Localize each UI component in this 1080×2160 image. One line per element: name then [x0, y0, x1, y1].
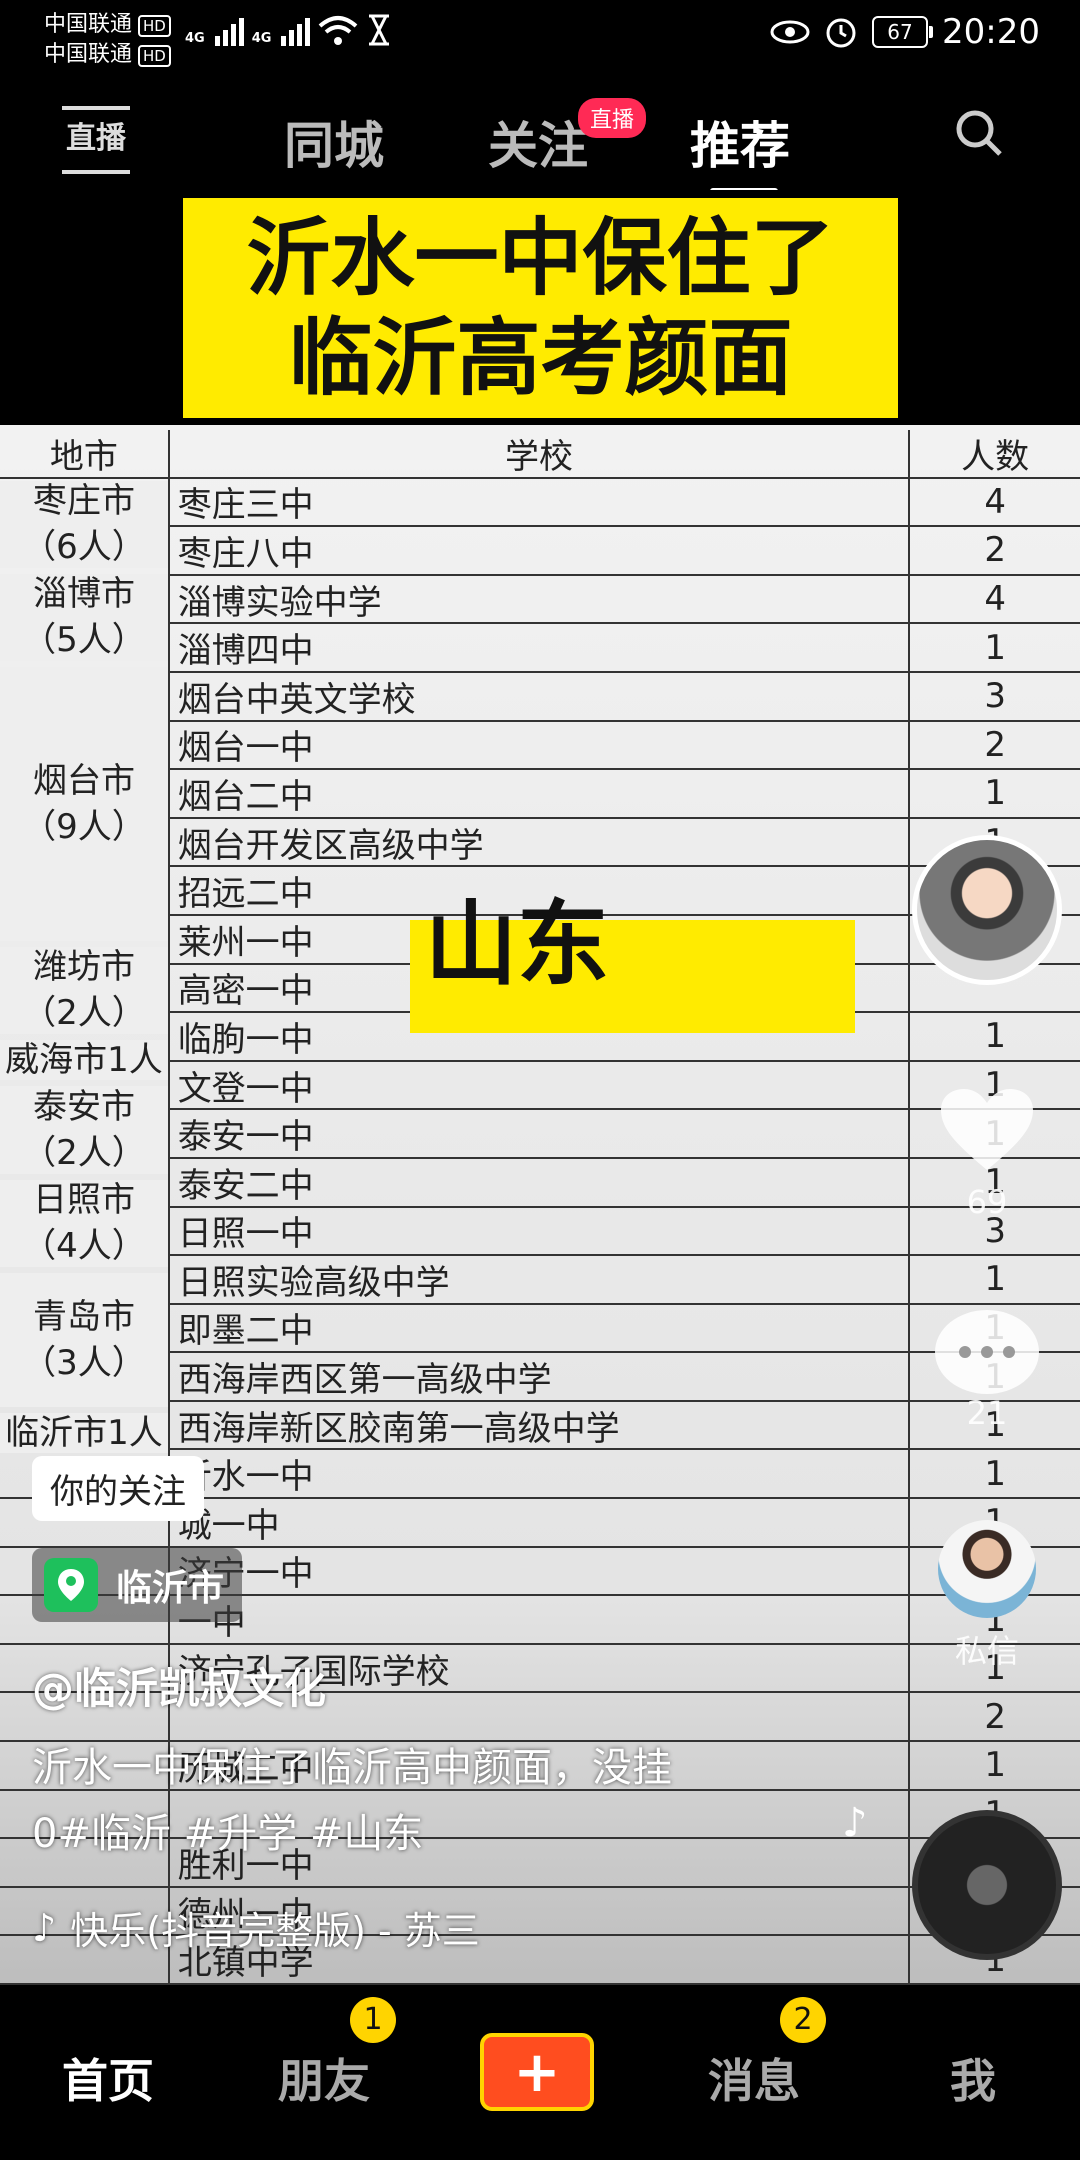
top-nav: 直播 同城 关注 直播 推荐: [0, 70, 1080, 194]
live-tv-icon[interactable]: 直播: [62, 106, 130, 174]
like-button[interactable]: 69: [932, 1085, 1042, 1221]
create-button[interactable]: +: [480, 2033, 594, 2111]
nav-home[interactable]: 首页: [62, 2045, 154, 2111]
like-count: 69: [966, 1183, 1008, 1221]
school-cell: 烟台开发区高级中学: [167, 818, 909, 866]
count-cell: 1: [908, 770, 1080, 817]
school-cell: 文登一中: [167, 1061, 909, 1109]
school-cell: 即墨二中: [167, 1304, 909, 1351]
tab-recommend[interactable]: 推荐: [690, 106, 790, 178]
tab-local[interactable]: 同城: [284, 106, 384, 178]
school-cell: 枣庄三中: [167, 478, 909, 525]
count-cell: 4: [908, 478, 1080, 526]
bottom-nav: 首页 朋友 1 + 消息 2 我: [0, 1985, 1080, 2160]
school-cell: 西海岸西区第一高级中学: [167, 1353, 909, 1400]
city-cell: 青岛市 （3人）: [0, 1272, 168, 1407]
school-cell: 泰安一中: [167, 1110, 909, 1157]
nav-friends[interactable]: 朋友 1: [278, 1997, 396, 2111]
school-cell: 日照实验高级中学: [167, 1256, 909, 1303]
hourglass-icon: [369, 14, 390, 46]
nav-messages[interactable]: 消息 2: [708, 1997, 826, 2111]
school-cell: 沂水一中: [167, 1450, 909, 1497]
school-cell: 济宁一中: [167, 1547, 909, 1594]
city-cell: 临沂市1人: [0, 1412, 168, 1454]
comment-button[interactable]: 21: [932, 1310, 1042, 1432]
signal-icon: [281, 18, 311, 46]
location-tag[interactable]: 临沂市: [32, 1548, 243, 1622]
music-note-icon: ♪: [32, 1905, 57, 1950]
music-disc[interactable]: [912, 1810, 1062, 1960]
overlay-tag: 山东: [425, 891, 610, 998]
count-cell: 2: [908, 527, 1080, 574]
city-cell: 枣庄市 （6人）: [0, 480, 168, 568]
school-cell: 枣庄八中: [167, 527, 909, 574]
signal-icon: [214, 18, 244, 46]
tab-following[interactable]: 关注: [488, 106, 588, 178]
dm-avatar: [938, 1520, 1036, 1618]
location-pin-icon: [44, 1558, 98, 1612]
carrier-1: 中国联通 HD: [44, 6, 171, 38]
video-caption[interactable]: 沂水一中保住了临沂高中颜面，没挂 0#临沂 #升学 #山东: [32, 1735, 792, 1867]
friends-badge: 1: [350, 1997, 396, 2043]
count-cell: 3: [908, 672, 1080, 720]
comment-icon: [935, 1310, 1039, 1394]
music-note-icon: ♪: [842, 1800, 868, 1846]
alarm-icon: [826, 18, 856, 48]
city-cell: 泰安市 （2人）: [0, 1086, 168, 1174]
school-cell: 烟台二中: [167, 770, 909, 817]
music-info[interactable]: ♪ 快乐(抖音完整版) - 苏三: [32, 1900, 480, 1955]
comment-count: 21: [966, 1394, 1008, 1432]
count-cell: 2: [908, 1693, 1080, 1741]
school-cell: 烟台一中: [167, 721, 909, 768]
city-cell: 威海市1人: [0, 1039, 168, 1081]
city-cell: 日照市 （4人）: [0, 1179, 168, 1267]
count-cell: 1: [908, 1256, 1080, 1303]
school-cell: 泰安二中: [167, 1158, 909, 1206]
direct-message-button[interactable]: 私信: [932, 1520, 1042, 1672]
school-cell: 日照一中: [167, 1207, 909, 1254]
status-right: 67 20:20: [770, 12, 1040, 52]
city-cell: 淄博市 （5人）: [0, 573, 168, 661]
school-cell: 西海岸新区胶南第一高级中学: [167, 1401, 909, 1449]
count-cell: 1: [908, 624, 1080, 671]
battery-icon: 67: [872, 16, 934, 48]
live-badge: 直播: [578, 98, 647, 138]
status-bar: 中国联通 HD 中国联通 HD 4G 4G 67 20:20: [0, 0, 1080, 70]
video-title-banner: 沂水一中保住了 临沂高考颜面: [183, 198, 898, 418]
count-cell: 1: [908, 1742, 1080, 1789]
count-cell: 2: [908, 721, 1080, 769]
city-cell: 烟台市 （9人）: [0, 667, 168, 941]
school-cell: 淄博四中: [167, 624, 909, 671]
heart-icon: [941, 1089, 1033, 1170]
wifi-icon: [319, 16, 358, 45]
nav-me[interactable]: 我: [950, 2045, 996, 2111]
follow-tag: 你的关注: [32, 1456, 204, 1521]
count-cell: 1: [908, 1013, 1080, 1060]
count-cell: 4: [908, 575, 1080, 623]
city-cell: 潍坊市 （2人）: [0, 946, 168, 1034]
clock: 20:20: [942, 12, 1040, 52]
messages-badge: 2: [780, 1997, 826, 2043]
signal-icons: 4G 4G: [185, 14, 392, 46]
eye-icon: [770, 20, 810, 44]
author-handle[interactable]: @临沂凯叔文化: [32, 1655, 326, 1716]
school-cell: 城一中: [167, 1499, 909, 1546]
author-avatar[interactable]: [912, 835, 1062, 985]
school-cell: 烟台中英文学校: [167, 672, 909, 720]
school-cell: 一中: [167, 1596, 909, 1643]
count-cell: 1: [908, 1450, 1080, 1498]
table-header: 地市 学校 人数: [0, 430, 1080, 479]
carrier-2: 中国联通 HD: [44, 36, 171, 68]
search-icon[interactable]: [954, 108, 1004, 158]
school-cell: 淄博实验中学: [167, 575, 909, 623]
